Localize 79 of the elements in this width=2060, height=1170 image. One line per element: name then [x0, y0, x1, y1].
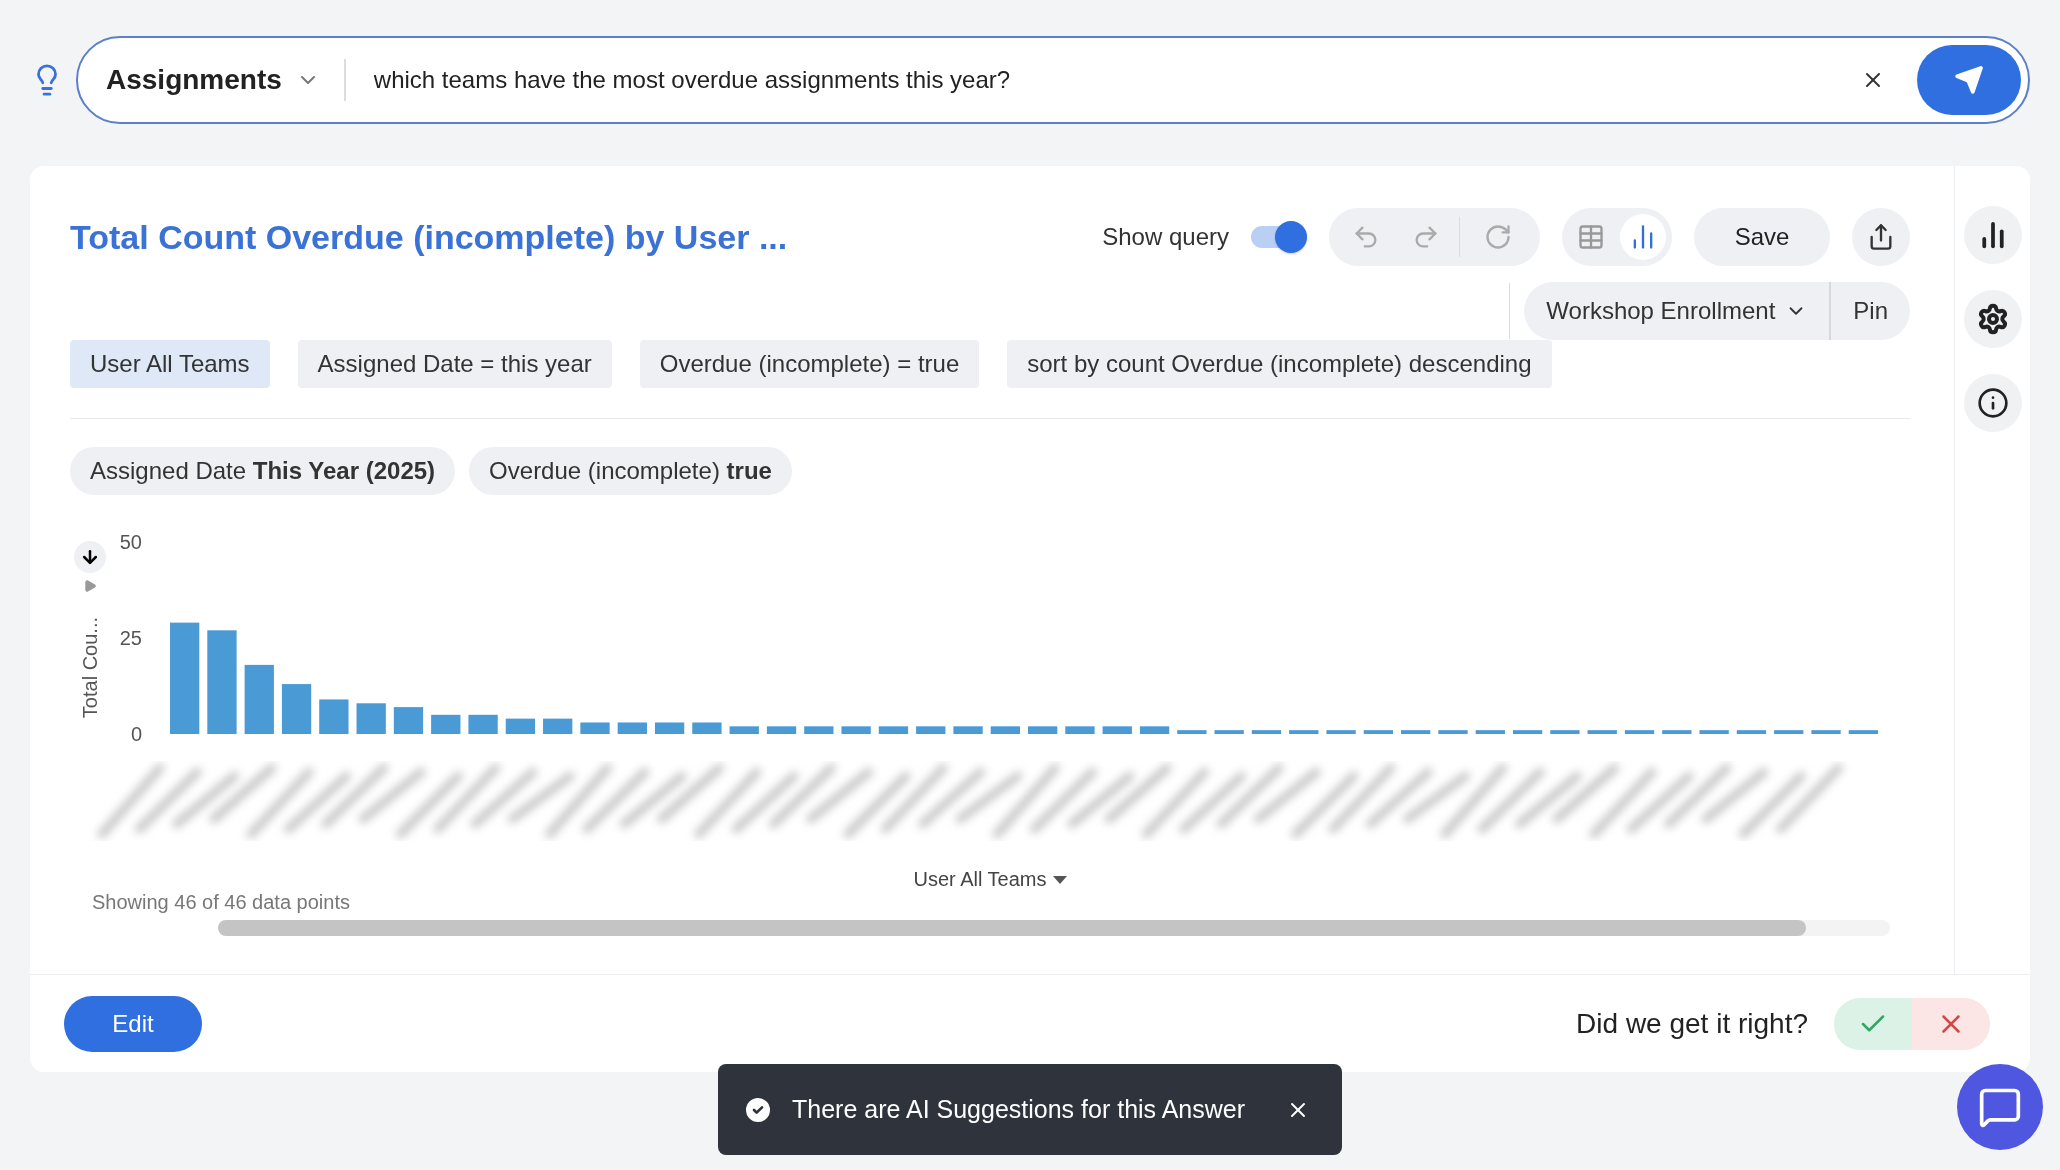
search-field[interactable]: Assignments which teams have the most overdue assignments this year?: [76, 36, 2030, 124]
bar: [1550, 730, 1580, 734]
bar: [1736, 730, 1767, 734]
bar: [393, 707, 424, 734]
table-icon: [1577, 223, 1605, 251]
toast-message: There are AI Suggestions for this Answer: [792, 1095, 1246, 1124]
bar: [1438, 730, 1468, 734]
bar: [1587, 730, 1617, 734]
info-icon: [1976, 387, 2009, 419]
query-token[interactable]: sort by count Overdue (incomplete) descending: [1007, 340, 1552, 388]
bar: [356, 703, 386, 734]
bar: [431, 714, 461, 734]
show-query-toggle[interactable]: [1251, 221, 1307, 253]
save-button[interactable]: Save: [1694, 208, 1830, 266]
bar: [281, 684, 312, 734]
bar: [766, 726, 797, 734]
bar: [841, 726, 871, 734]
thumbs-down-button[interactable]: [1912, 997, 1990, 1050]
chart-view-button[interactable]: [1620, 214, 1666, 260]
y-axis-title: Total Cou...: [78, 617, 102, 719]
bar: [1774, 730, 1804, 734]
bar: [1475, 730, 1505, 734]
reset-icon: [1484, 223, 1512, 251]
bar: [1363, 730, 1394, 734]
filter-chip[interactable]: Overdue (incomplete) true: [469, 447, 792, 495]
bar: [1289, 730, 1319, 734]
bar: [1699, 730, 1729, 734]
settings-icon: [1976, 303, 2009, 335]
thumbs-up-button[interactable]: [1834, 997, 1912, 1050]
bar: [878, 726, 909, 734]
axis-tick-label: 50: [119, 531, 142, 553]
bar: [580, 722, 610, 734]
triangle-icon[interactable]: [83, 579, 97, 593]
query-token[interactable]: User All Teams: [70, 340, 270, 388]
filter-chip[interactable]: Assigned Date This Year (2025): [70, 447, 456, 495]
liveboard-dropdown[interactable]: Workshop Enrollment: [1524, 282, 1830, 340]
sort-button[interactable]: [74, 541, 106, 573]
bar: [319, 699, 349, 734]
paper-plane-icon: [1954, 65, 1984, 95]
bar: [1214, 730, 1244, 734]
show-query-label: Show query: [1102, 223, 1229, 251]
caret-icon: [1052, 875, 1067, 884]
query-token[interactable]: Overdue (incomplete) = true: [639, 340, 980, 388]
bar: [1251, 730, 1282, 734]
bar: [1102, 726, 1132, 734]
bar: [692, 722, 722, 734]
bar: [1326, 730, 1356, 734]
answer-title: Total Count Overdue (incomplete) by User ...: [70, 217, 788, 257]
feedback-question: Did we get it right?: [1576, 1007, 1808, 1040]
bar: [953, 726, 983, 734]
bar: [654, 722, 685, 734]
bar: [1139, 726, 1170, 734]
bar: [1624, 730, 1655, 734]
axis-tick-label: 25: [119, 627, 142, 649]
bar: [1848, 730, 1878, 734]
bar: [804, 726, 834, 734]
pin-button[interactable]: Pin: [1829, 282, 1910, 340]
bar: [1028, 726, 1058, 734]
send-button[interactable]: [1917, 45, 2021, 115]
bar: [1065, 726, 1095, 734]
bar: [916, 726, 946, 734]
bar: [244, 664, 274, 734]
data-points-note: Showing 46 of 46 data points: [92, 891, 351, 914]
axis-tick-label: 0: [130, 723, 142, 745]
x-axis-title[interactable]: User All Teams: [913, 868, 1047, 891]
bar: [1401, 730, 1431, 734]
bar: [1811, 730, 1841, 734]
bar: [1512, 730, 1543, 734]
bar: [1662, 730, 1692, 734]
bar: [543, 718, 573, 734]
arrow-down-icon: [80, 547, 100, 567]
bar: [505, 718, 536, 734]
bar: [990, 726, 1020, 734]
edit-button[interactable]: Edit: [64, 995, 202, 1052]
bar: [1177, 730, 1207, 734]
query-token[interactable]: Assigned Date = this year: [297, 340, 612, 388]
bar: [729, 726, 759, 734]
bar: [468, 714, 498, 734]
bar: [617, 722, 647, 734]
